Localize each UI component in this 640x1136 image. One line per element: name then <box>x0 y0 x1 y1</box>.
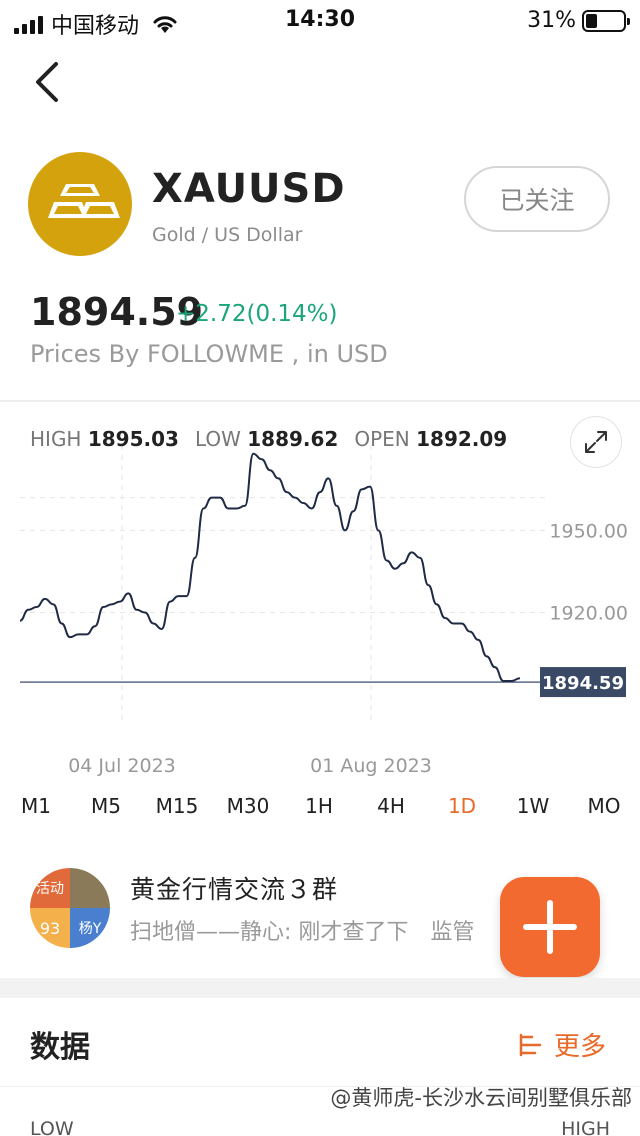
section-separator <box>0 978 640 998</box>
avatar-tile: 活动 <box>30 868 70 908</box>
timeframe-tabs: M1 M5 M15 M30 1H 4H 1D 1W MO <box>0 794 640 824</box>
gold-bars-icon <box>28 152 132 256</box>
open-value: 1892.09 <box>416 427 508 451</box>
tab-timeframe-1d[interactable]: 1D <box>448 794 476 818</box>
price-series-line <box>19 452 521 682</box>
current-price-tag-label: 1894.59 <box>542 673 624 694</box>
status-right: 31% <box>527 8 630 33</box>
high-stat: HIGH 1895.03 <box>30 427 179 451</box>
tab-timeframe-1w[interactable]: 1W <box>517 794 550 818</box>
low-stat: LOW 1889.62 <box>195 427 338 451</box>
avatar-tile-photo <box>70 868 110 908</box>
x-tick-label: 04 Jul 2023 <box>68 755 176 777</box>
price-change: +2.72(0.14%) <box>176 301 338 327</box>
add-button[interactable] <box>500 877 600 977</box>
high-label: HIGH <box>30 427 82 451</box>
group-avatar[interactable]: 活动 93 杨Y <box>30 868 110 948</box>
expand-icon <box>585 431 607 453</box>
open-label: OPEN <box>354 427 410 451</box>
stats-row: HIGH 1895.03 LOW 1889.62 OPEN 1892.09 <box>30 427 507 451</box>
price-source: Prices By FOLLOWME , in USD <box>30 340 388 368</box>
battery-percent: 31% <box>527 8 576 33</box>
price-chart[interactable]: 1950.00 1920.00 04 Jul 2023 01 Aug 2023 1894… <box>0 400 640 780</box>
back-button[interactable] <box>28 58 68 106</box>
y-tick-label: 1920.00 <box>549 603 628 625</box>
open-stat: OPEN 1892.09 <box>354 427 507 451</box>
tab-timeframe-4h[interactable]: 4H <box>377 794 405 818</box>
tab-timeframe-m30[interactable]: M30 <box>227 794 270 818</box>
follow-button[interactable]: 已关注 <box>464 166 610 232</box>
instrument-symbol: XAUUSD <box>152 166 346 212</box>
high-value: 1895.03 <box>87 427 179 451</box>
more-label: 更多 <box>554 1032 607 1062</box>
more-link[interactable]: 更多 <box>518 1026 606 1063</box>
plus-icon <box>523 900 577 954</box>
tab-timeframe-m15[interactable]: M15 <box>156 794 199 818</box>
tab-timeframe-mo[interactable]: MO <box>588 794 621 818</box>
y-tick-label: 1950.00 <box>549 520 628 542</box>
tab-timeframe-m5[interactable]: M5 <box>91 794 121 818</box>
group-name[interactable]: 黄金行情交流３群 <box>130 870 338 906</box>
list-icon <box>519 1033 542 1056</box>
avatar-tile: 杨Y <box>70 908 110 948</box>
section-title: 数据 <box>30 1030 90 1065</box>
avatar-tile: 93 <box>30 908 70 948</box>
watermark: @黄师虎-长沙水云间别墅俱乐部 <box>330 1086 632 1110</box>
range-low-label: LOW <box>30 1118 74 1136</box>
low-value: 1889.62 <box>247 427 339 451</box>
x-tick-label: 01 Aug 2023 <box>310 755 432 777</box>
tab-timeframe-1h[interactable]: 1H <box>305 794 333 818</box>
expand-button[interactable] <box>570 416 622 468</box>
instrument-name: Gold / US Dollar <box>152 224 303 246</box>
status-bar: 中国移动 14:30 31% <box>0 0 640 40</box>
range-high-label: HIGH <box>561 1118 610 1136</box>
group-last-message: 扫地僧——静心: 刚才查了下 监管 <box>130 920 475 945</box>
tab-timeframe-m1[interactable]: M1 <box>21 794 51 818</box>
low-label: LOW <box>194 427 241 451</box>
battery-icon <box>582 9 630 32</box>
